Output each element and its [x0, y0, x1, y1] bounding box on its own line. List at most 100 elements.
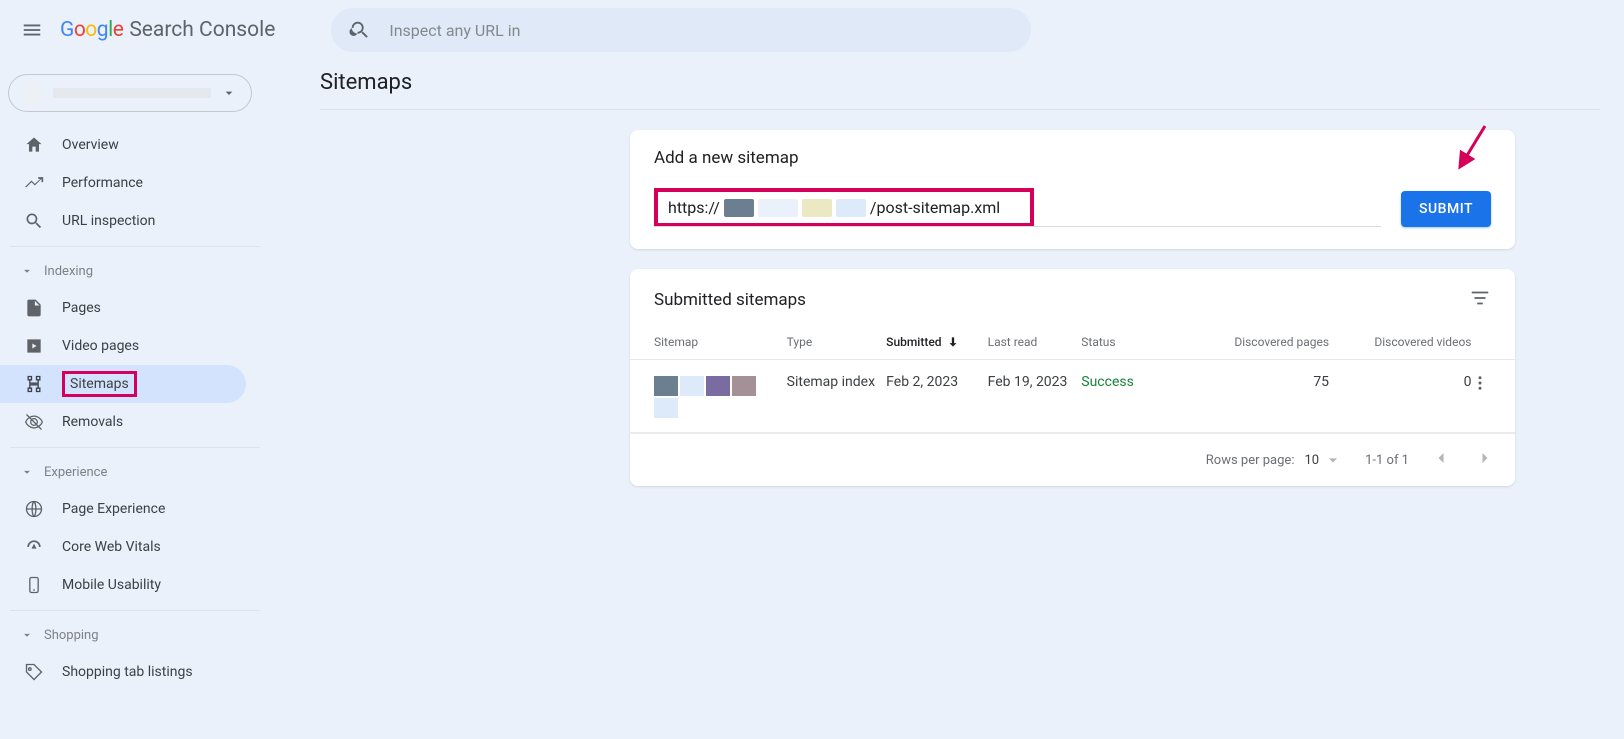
add-sitemap-heading: Add a new sitemap [654, 148, 1491, 168]
url-inspect-search[interactable] [331, 8, 1031, 52]
url-prefix: https:// [668, 198, 720, 217]
nav-mobile-usability[interactable]: Mobile Usability [0, 566, 246, 604]
nav-label: Performance [62, 175, 143, 191]
brand-logo: Google Search Console [60, 18, 275, 42]
url-inspect-input[interactable] [389, 21, 1013, 40]
nav-performance[interactable]: Performance [0, 164, 246, 202]
speed-icon [24, 537, 44, 557]
nav-label: Mobile Usability [62, 577, 161, 593]
magnifier-icon [24, 211, 44, 231]
divider [10, 246, 260, 247]
product-name: Search Console [129, 18, 275, 42]
main-content: Sitemaps Add a new sitemap https:// /pos… [320, 70, 1600, 506]
nav-label: Page Experience [62, 501, 165, 517]
sidebar: Overview Performance URL inspection Inde… [0, 60, 260, 691]
video-page-icon [24, 336, 44, 356]
nav-pages[interactable]: Pages [0, 289, 246, 327]
section-indexing[interactable]: Indexing [0, 253, 260, 289]
rows-per-page-value: 10 [1304, 453, 1319, 468]
col-submitted[interactable]: Submitted [886, 335, 987, 349]
nav-label: Shopping tab listings [62, 664, 193, 680]
chevron-left-icon [1431, 448, 1451, 468]
mobile-icon [24, 575, 44, 595]
hamburger-menu-button[interactable] [12, 10, 52, 50]
table-header: Sitemap Type Submitted Last read Status … [630, 327, 1515, 360]
submitted-sitemaps-card: Submitted sitemaps Sitemap Type Submitte… [630, 269, 1515, 486]
top-header: Google Search Console [0, 0, 1624, 60]
nav-label: Video pages [62, 338, 139, 354]
input-underline [654, 226, 1381, 227]
chevron-down-icon [20, 628, 34, 642]
nav-label: Pages [62, 300, 101, 316]
nav-sitemaps[interactable]: Sitemaps [0, 365, 246, 403]
page-range: 1-1 of 1 [1365, 453, 1409, 468]
filter-icon [1469, 287, 1491, 309]
col-disc-pages[interactable]: Discovered pages [1194, 335, 1329, 349]
nav-label: URL inspection [62, 213, 155, 229]
nav-core-web-vitals[interactable]: Core Web Vitals [0, 528, 246, 566]
sort-desc-icon [946, 335, 960, 349]
menu-icon [21, 19, 43, 41]
cell-last-read: Feb 19, 2023 [988, 374, 1082, 390]
page-title: Sitemaps [320, 70, 1600, 95]
filter-button[interactable] [1469, 287, 1491, 313]
home-icon [24, 135, 44, 155]
rows-per-page-select[interactable]: 10 [1304, 450, 1343, 470]
tag-icon [24, 662, 44, 682]
eye-off-icon [24, 412, 44, 432]
google-logo: Google [60, 18, 123, 42]
nav-label: Removals [62, 414, 123, 430]
nav-video-pages[interactable]: Video pages [0, 327, 246, 365]
sitemap-url-input-area[interactable]: https:// /post-sitemap.xml [654, 188, 1381, 227]
submitted-heading: Submitted sitemaps [654, 290, 806, 310]
redacted-segment [758, 199, 798, 217]
table-pager: Rows per page: 10 1-1 of 1 [630, 433, 1515, 486]
chevron-right-icon [1475, 448, 1495, 468]
col-submitted-label: Submitted [886, 335, 941, 349]
submit-button[interactable]: SUBMIT [1401, 191, 1491, 227]
nav-page-experience[interactable]: Page Experience [0, 490, 246, 528]
cell-type: Sitemap index [787, 374, 887, 390]
property-selector[interactable] [8, 74, 252, 112]
section-shopping[interactable]: Shopping [0, 617, 260, 653]
col-type[interactable]: Type [787, 335, 887, 349]
globe-icon [24, 499, 44, 519]
nav-overview[interactable]: Overview [0, 126, 246, 164]
more-vert-icon [1471, 374, 1489, 392]
nav-shopping-listings[interactable]: Shopping tab listings [0, 653, 246, 691]
cell-disc-pages: 75 [1194, 374, 1329, 390]
trend-icon [24, 173, 44, 193]
rows-per-page-label: Rows per page: [1206, 453, 1295, 468]
table-row[interactable]: Sitemap index Feb 2, 2023 Feb 19, 2023 S… [630, 360, 1515, 433]
property-favicon [23, 83, 43, 103]
col-disc-videos[interactable]: Discovered videos [1329, 335, 1471, 349]
add-sitemap-card: Add a new sitemap https:// /post-sitemap… [630, 130, 1515, 249]
chevron-down-icon [20, 465, 34, 479]
next-page-button[interactable] [1475, 448, 1495, 472]
divider [10, 447, 260, 448]
section-label: Shopping [44, 628, 99, 643]
divider [10, 610, 260, 611]
section-label: Indexing [44, 264, 93, 279]
prev-page-button[interactable] [1431, 448, 1451, 472]
col-last-read[interactable]: Last read [988, 335, 1082, 349]
redacted-segment [802, 199, 832, 217]
nav-removals[interactable]: Removals [0, 403, 246, 441]
cell-disc-videos: 0 [1329, 374, 1471, 390]
chevron-down-icon [1323, 450, 1343, 470]
section-experience[interactable]: Experience [0, 454, 260, 490]
col-status[interactable]: Status [1081, 335, 1194, 349]
nav-label: Core Web Vitals [62, 539, 161, 555]
chevron-down-icon [20, 264, 34, 278]
property-name-redacted [53, 88, 211, 98]
sitemap-name-redacted [654, 374, 760, 418]
col-sitemap[interactable]: Sitemap [654, 335, 787, 349]
row-menu-button[interactable] [1471, 374, 1491, 396]
title-divider [320, 109, 1600, 110]
sitemap-icon [24, 374, 44, 394]
cell-status: Success [1081, 374, 1194, 390]
nav-label: Sitemaps [62, 371, 137, 397]
chevron-down-icon [221, 85, 237, 101]
nav-url-inspection[interactable]: URL inspection [0, 202, 246, 240]
section-label: Experience [44, 465, 107, 480]
